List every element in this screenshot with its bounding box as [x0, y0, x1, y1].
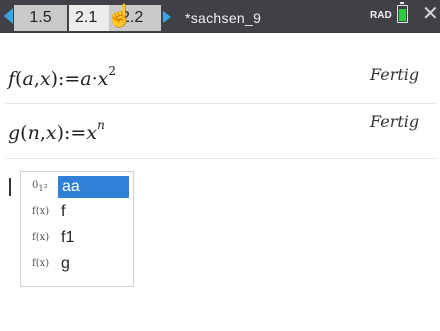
top-bar: 1.5 2.1 2.2 ☝ *sachsen_9 RAD ✕	[0, 0, 440, 33]
autocomplete-label: g	[61, 255, 70, 272]
autocomplete-item[interactable]: f(x) g	[21, 252, 133, 276]
autocomplete-label: f1	[61, 229, 75, 246]
function-icon: f(x)	[32, 232, 50, 243]
document-title: *sachsen_9	[185, 10, 262, 26]
history-entry-g[interactable]: g(n,x):=xn	[8, 118, 105, 144]
result-status: Fertig	[370, 65, 420, 84]
entry-divider	[5, 158, 437, 159]
hand-pointer-icon: ☝	[106, 3, 134, 28]
previous-page-arrow-icon[interactable]	[4, 8, 13, 24]
text-cursor[interactable]	[9, 178, 11, 196]
autocomplete-item[interactable]: 01₂ aa	[21, 174, 133, 198]
autocomplete-label: aa	[58, 176, 129, 198]
autocomplete-label: f	[61, 203, 66, 220]
function-icon: f(x)	[32, 206, 50, 217]
autocomplete-item[interactable]: f(x) f	[21, 200, 133, 224]
autocomplete-list[interactable]: 01₂ aa f(x) f f(x) f1 f(x) g	[20, 171, 134, 287]
battery-icon	[397, 2, 408, 23]
entry-divider	[5, 103, 437, 104]
variable-icon: 01₂	[32, 180, 48, 193]
angle-mode-indicator: RAD	[370, 10, 392, 21]
tab-2-1[interactable]: 2.1	[69, 5, 109, 31]
result-status: Fertig	[370, 112, 420, 131]
close-icon[interactable]: ✕	[422, 4, 439, 24]
tab-1-5[interactable]: 1.5	[14, 5, 67, 31]
function-icon: f(x)	[32, 258, 50, 269]
history-entry-f[interactable]: f(a,x):=a·x2	[8, 64, 116, 90]
autocomplete-item[interactable]: f(x) f1	[21, 226, 133, 250]
next-page-arrow-icon[interactable]	[163, 11, 171, 23]
